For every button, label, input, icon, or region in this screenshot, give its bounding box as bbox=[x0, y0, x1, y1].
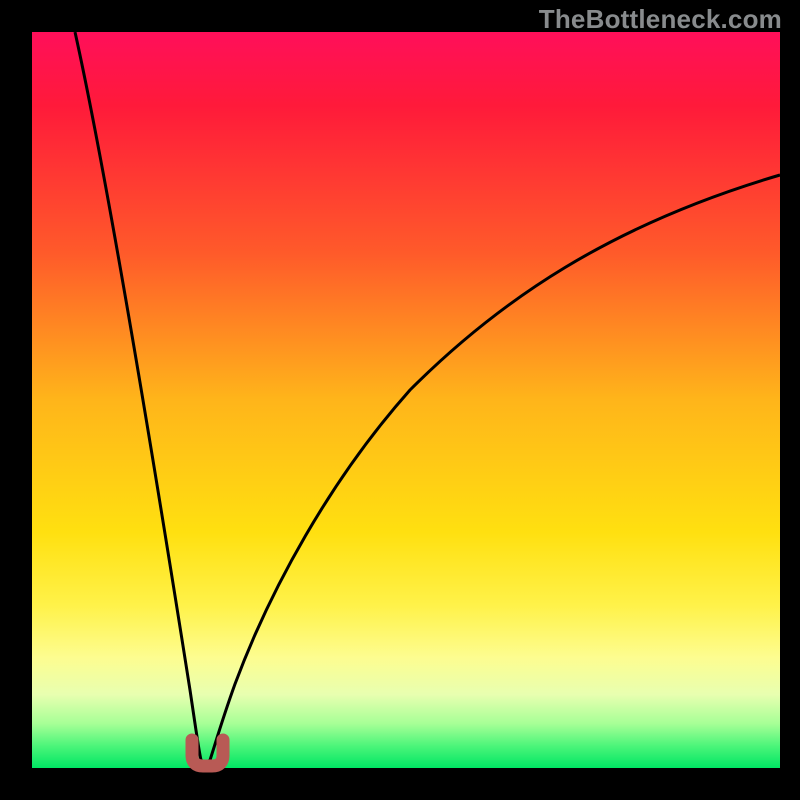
bottleneck-chart bbox=[0, 0, 800, 800]
watermark-text: TheBottleneck.com bbox=[539, 4, 782, 35]
chart-container: TheBottleneck.com bbox=[0, 0, 800, 800]
